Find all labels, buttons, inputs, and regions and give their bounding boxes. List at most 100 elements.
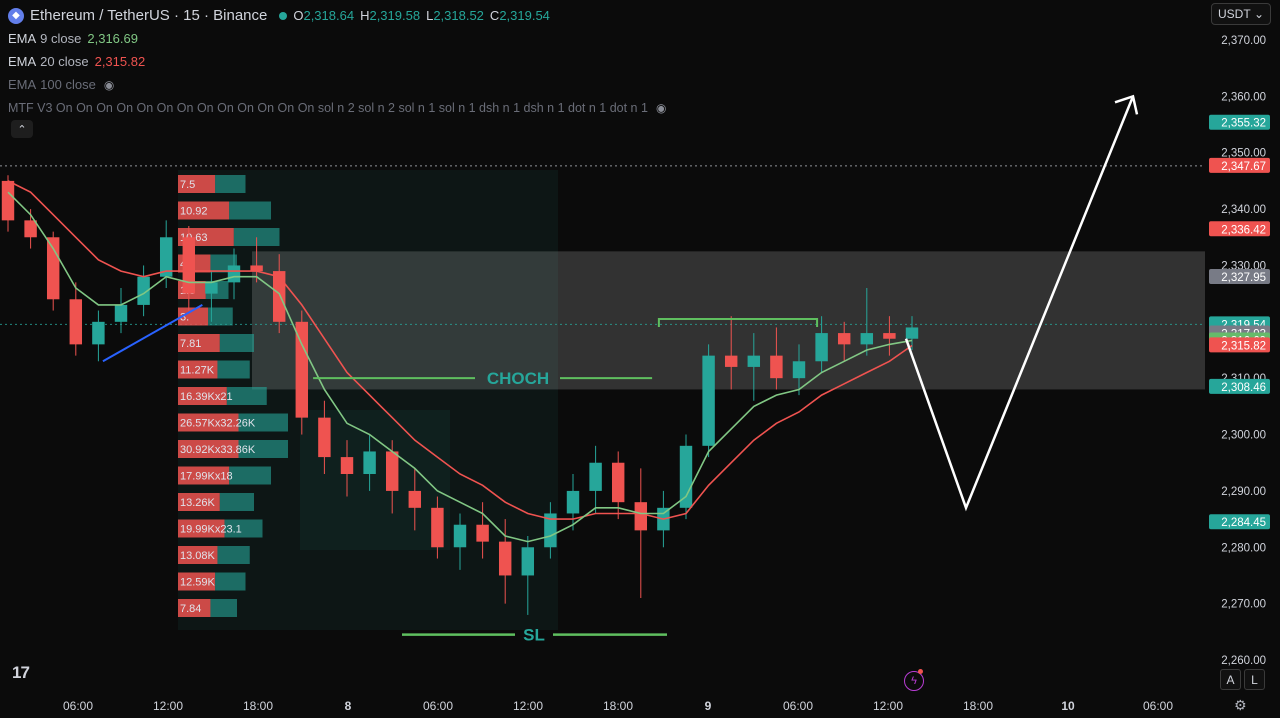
y-tick-label: 2,300.00: [1221, 430, 1266, 442]
volume-profile-label: 13.26K: [180, 497, 216, 509]
x-tick-label: 10: [1061, 699, 1075, 713]
x-tick-label: 06:00: [783, 699, 813, 713]
indicator-params: 100 close: [40, 77, 96, 92]
candle-body: [566, 490, 580, 514]
candle-body: [702, 355, 715, 446]
candle-body: [589, 462, 602, 491]
x-tick-label: 12:00: [873, 699, 903, 713]
chart-legend: ◆ Ethereum / TetherUS · 15 · Binance O 2,…: [8, 4, 666, 119]
volume-profile-bar: [210, 599, 237, 617]
candle-body: [408, 490, 422, 508]
volume-profile-bar: [217, 360, 250, 379]
lightning-icon[interactable]: ϟ: [904, 671, 924, 691]
x-tick-label: 12:00: [153, 699, 183, 713]
ohlc-open-value: 2,318.64: [303, 8, 355, 23]
price-label-text: 2,336.42: [1221, 224, 1266, 236]
log-scale-button[interactable]: L: [1244, 669, 1265, 690]
candle-body: [792, 361, 806, 379]
currency-selector[interactable]: USDT ⌄: [1211, 3, 1271, 25]
candle-body: [837, 333, 851, 345]
ohlc-low-key: L: [426, 8, 434, 23]
volume-profile-bar: [219, 334, 254, 352]
market-open-indicator: [279, 11, 288, 20]
symbol-row[interactable]: ◆ Ethereum / TetherUS · 15 · Binance O 2,…: [8, 4, 666, 27]
indicator-name: EMA: [8, 77, 37, 92]
ohlc-close-key: C: [489, 8, 500, 23]
symbol-title[interactable]: Ethereum / TetherUS · 15 · Binance: [30, 7, 267, 24]
volume-profile-label: 7.5: [180, 179, 195, 191]
auto-scale-button[interactable]: A: [1220, 669, 1241, 690]
x-tick-label: 18:00: [243, 699, 273, 713]
candle-body: [521, 547, 535, 576]
x-tick-label: 8: [345, 699, 352, 713]
collapse-legend-button[interactable]: ⌃: [11, 120, 33, 138]
price-label-text: 2,308.46: [1221, 382, 1266, 394]
candle-body: [611, 462, 625, 503]
ohlc-high-key: H: [360, 8, 370, 23]
volume-profile-label: 17.99Kx18: [180, 471, 233, 483]
price-label-text: 2,315.82: [1221, 340, 1266, 352]
candle-body: [114, 304, 128, 322]
candle-body: [905, 327, 919, 339]
volume-profile-bar: [215, 572, 246, 591]
sl-label: SL: [523, 626, 545, 645]
volume-profile-bar: [215, 175, 246, 193]
volume-profile-label: 11.27K: [180, 365, 215, 377]
indicator-name: EMA: [8, 54, 37, 69]
volume-profile-label: 13.08K: [180, 550, 216, 562]
y-tick-label: 2,360.00: [1221, 91, 1266, 103]
candle-body: [363, 451, 376, 474]
x-tick-label: 06:00: [423, 699, 453, 713]
gear-icon[interactable]: ⚙: [1234, 697, 1247, 714]
candle-body: [182, 237, 196, 294]
volume-profile-bar: [226, 387, 267, 405]
y-tick-label: 2,260.00: [1221, 655, 1266, 667]
indicator-value: 2,315.82: [94, 54, 146, 69]
eye-hidden-icon[interactable]: ◉: [104, 78, 114, 92]
notification-dot: [918, 669, 923, 674]
candle-body: [498, 541, 512, 576]
candle-body: [453, 524, 467, 548]
indicator-mtf[interactable]: MTF V3 On On On On On On On On On On On …: [8, 96, 666, 119]
candle-body: [1, 180, 15, 221]
volume-profile-label: 19.99Kx23.1: [180, 524, 242, 536]
candle-body: [318, 417, 331, 458]
volume-profile-label: 16.39Kx21: [180, 391, 233, 403]
candle-body: [860, 333, 874, 345]
candle-body: [69, 299, 83, 345]
mtf-indicator-label: MTF V3 On On On On On On On On On On On …: [8, 100, 648, 115]
candle-body: [431, 507, 444, 548]
price-label-text: 2,284.45: [1221, 517, 1266, 529]
eye-hidden-icon[interactable]: ◉: [656, 101, 666, 115]
candle-body: [476, 524, 489, 542]
candle-body: [46, 237, 60, 300]
price-label-text: 2,327.95: [1221, 272, 1266, 284]
tradingview-logo[interactable]: 17: [12, 663, 30, 683]
y-tick-label: 2,270.00: [1221, 599, 1266, 611]
price-label-text: 2,355.32: [1221, 118, 1266, 130]
candle-body: [747, 355, 761, 367]
candle-body: [272, 271, 286, 322]
volume-profile-label: 12.59K: [180, 577, 216, 589]
volume-profile-label: 26.57Kx32.26K: [180, 418, 256, 430]
volume-profile-bar: [219, 493, 254, 511]
indicator-ema100[interactable]: EMA 100 close ◉: [8, 73, 666, 96]
volume-profile-label: 7.81: [180, 338, 201, 350]
ohlc-open-key: O: [293, 8, 304, 23]
indicator-params: 20 close: [40, 54, 89, 69]
volume-profile-label: 7.84: [180, 603, 201, 615]
indicator-ema20[interactable]: EMA 20 close 2,315.82: [8, 50, 666, 73]
x-tick-label: 06:00: [1143, 699, 1173, 713]
chevron-down-icon: ⌄: [1253, 7, 1264, 21]
indicator-ema9[interactable]: EMA 9 close 2,316.69: [8, 27, 666, 50]
candle-body: [770, 355, 783, 379]
candle-body: [24, 220, 37, 238]
currency-label: USDT: [1218, 7, 1251, 21]
candle-body: [250, 265, 263, 272]
candle-body: [92, 321, 105, 345]
candle-body: [679, 445, 693, 508]
volume-profile-label: 30.92Kx33.86K: [180, 444, 256, 456]
candle-body: [205, 282, 218, 294]
x-tick-label: 18:00: [963, 699, 993, 713]
choch-label: CHOCH: [487, 369, 549, 388]
